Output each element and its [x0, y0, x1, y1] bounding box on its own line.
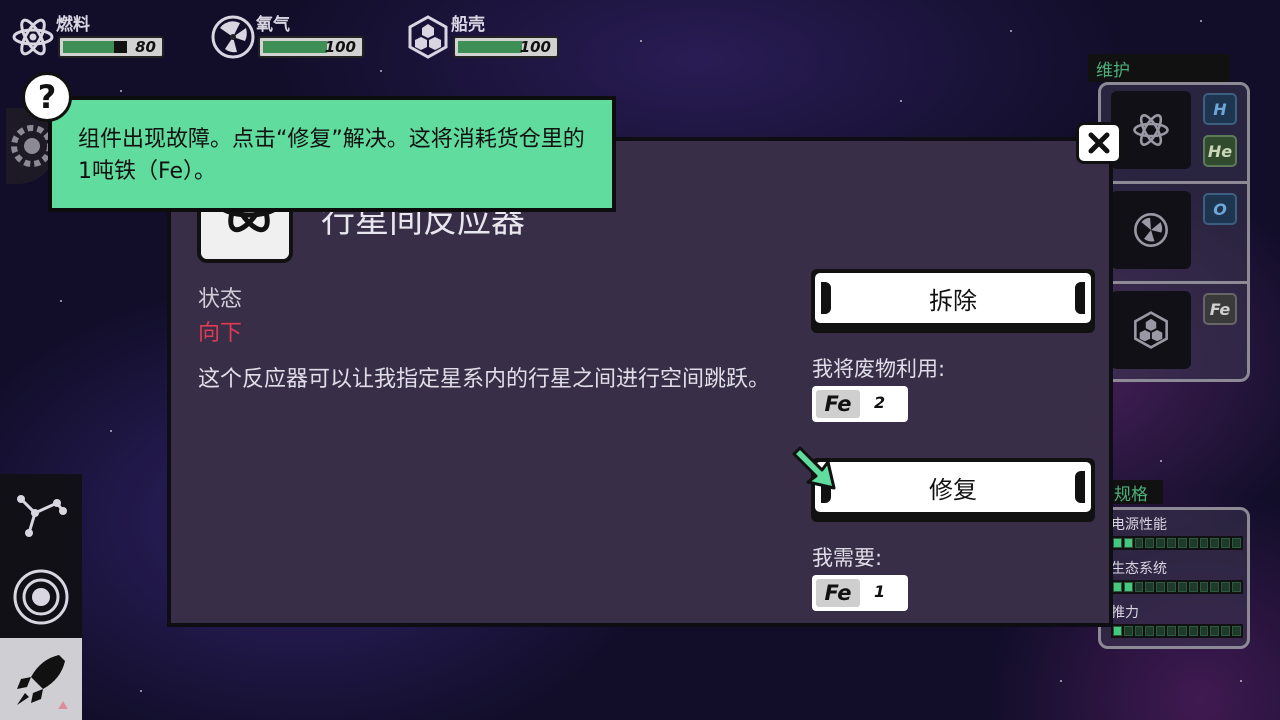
salvage-resource: Fe 2: [812, 386, 908, 422]
spec-bar-power: [1111, 536, 1243, 550]
element-chip: He: [1203, 135, 1237, 167]
resource-symbol: Fe: [816, 579, 860, 607]
spec-segment: [1210, 582, 1220, 592]
spec-segment: [1123, 582, 1133, 592]
nav-ship-button[interactable]: [0, 638, 82, 720]
maintenance-oxygen[interactable]: [1111, 191, 1191, 269]
stat-oxygen: 氧气 100: [210, 6, 370, 64]
spec-segment: [1167, 582, 1176, 592]
element-chip: Fe: [1203, 293, 1237, 325]
spec-segment: [1232, 582, 1241, 592]
atom-icon: [1133, 114, 1169, 146]
status-value: 向下: [198, 321, 243, 346]
stat-hull: 船壳 100: [405, 6, 565, 64]
spec-segment: [1113, 582, 1122, 592]
spec-segment: [1221, 626, 1231, 636]
specs-title: 规格: [1108, 480, 1163, 505]
spec-segment: [1199, 538, 1209, 548]
spec-segment: [1113, 626, 1122, 636]
spec-segment: [1156, 582, 1166, 592]
component-description: 这个反应器可以让我指定星系内的行星之间进行空间跳跃。: [198, 367, 771, 392]
fan-icon: [1134, 213, 1168, 247]
stat-value: 80: [135, 38, 156, 56]
tutorial-tooltip: 组件出现故障。点击“修复”解决。这将消耗货仓里的1吨铁（Fe）。: [48, 96, 616, 212]
left-nav: [0, 474, 82, 720]
status-label: 状态: [198, 287, 243, 312]
element-chip: H: [1203, 93, 1237, 125]
atom-icon: [12, 18, 54, 56]
spec-segment: [1188, 538, 1198, 548]
spec-segment: [1134, 538, 1144, 548]
element-chip: O: [1203, 193, 1237, 225]
fan-icon: [211, 15, 255, 59]
spec-segment: [1232, 626, 1241, 636]
spec-segment: [1199, 582, 1209, 592]
spec-segment: [1177, 582, 1187, 592]
fuel-bar: 80: [58, 36, 164, 58]
spec-bar-thrust: [1111, 624, 1243, 638]
pointer-arrow-icon: [792, 446, 836, 490]
oxygen-bar: 100: [258, 36, 364, 58]
stat-fuel: 燃料 80: [10, 6, 170, 64]
repair-button[interactable]: 修复: [811, 458, 1095, 522]
resource-count: 2: [874, 393, 886, 412]
spec-segment: [1199, 626, 1209, 636]
spec-segment: [1188, 582, 1198, 592]
spec-segment: [1123, 626, 1133, 636]
spec-segment: [1134, 582, 1144, 592]
spec-segment: [1145, 538, 1155, 548]
orbit-icon: [13, 569, 69, 625]
spec-segment: [1113, 538, 1122, 548]
maintenance-title: 维护: [1088, 54, 1230, 82]
help-icon: ?: [22, 72, 72, 122]
spec-segment: [1221, 582, 1231, 592]
resource-symbol: Fe: [816, 390, 860, 418]
hull-bar: 100: [453, 36, 559, 58]
constellation-icon: [17, 495, 67, 537]
nav-starmap-button[interactable]: [0, 474, 82, 556]
spec-segment: [1167, 626, 1176, 636]
maintenance-hull[interactable]: [1111, 291, 1191, 369]
spec-segment: [1210, 538, 1220, 548]
spec-label: 推力: [1111, 605, 1139, 621]
spec-segment: [1210, 626, 1220, 636]
spec-segment: [1221, 538, 1231, 548]
resource-count: 1: [874, 582, 886, 601]
spec-segment: [1177, 626, 1187, 636]
stat-label: 燃料: [56, 15, 90, 35]
spec-segment: [1232, 538, 1241, 548]
tutorial-text: 组件出现故障。点击“修复”解决。这将消耗货仓里的1吨铁（Fe）。: [78, 127, 585, 184]
salvage-label: 我将废物利用:: [812, 357, 946, 381]
hexagon-hull-icon: [1134, 311, 1168, 349]
spec-segment: [1156, 626, 1166, 636]
hexagon-hull-icon: [408, 15, 448, 59]
nav-system-button[interactable]: [0, 556, 82, 638]
dismantle-button-label: 拆除: [815, 273, 1091, 323]
spec-segment: [1167, 538, 1176, 548]
requirement-resource: Fe 1: [812, 575, 908, 611]
spec-segment: [1177, 538, 1187, 548]
maintenance-reactor[interactable]: [1111, 91, 1191, 169]
stat-value: 100: [324, 38, 356, 56]
close-icon: [1088, 132, 1110, 154]
spec-segment: [1145, 626, 1155, 636]
spec-segment: [1156, 538, 1166, 548]
repair-button-label: 修复: [815, 462, 1091, 512]
specs-panel: 电源性能 生态系统 推力: [1098, 507, 1250, 649]
spec-label: 电源性能: [1111, 517, 1167, 533]
spec-bar-ecosystem: [1111, 580, 1243, 594]
spec-segment: [1123, 538, 1133, 548]
stat-label: 船壳: [451, 15, 485, 35]
spec-label: 生态系统: [1111, 561, 1167, 577]
rocket-icon: [17, 655, 68, 709]
stat-label: 氧气: [256, 15, 290, 35]
spec-segment: [1145, 582, 1155, 592]
dismantle-button[interactable]: 拆除: [811, 269, 1095, 333]
spec-segment: [1188, 626, 1198, 636]
requirement-label: 我需要:: [812, 546, 883, 570]
close-button[interactable]: [1076, 122, 1122, 164]
stat-value: 100: [519, 38, 551, 56]
spec-segment: [1134, 626, 1144, 636]
